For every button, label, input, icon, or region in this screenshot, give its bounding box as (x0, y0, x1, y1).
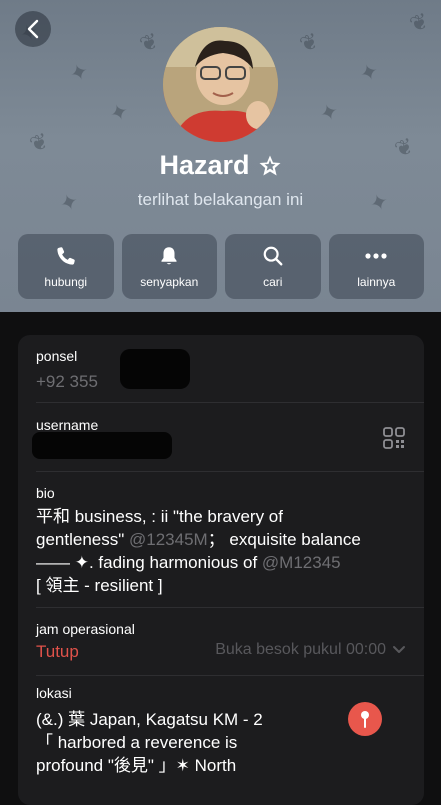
location-text[interactable]: (&.) 葉 Japan, Kagatsu KM - 2 「 harbored … (36, 708, 366, 777)
profile-name-row: Hazard (0, 150, 441, 181)
mention-link[interactable]: @M12345 (262, 553, 341, 572)
more-label: lainnya (357, 274, 396, 289)
qr-code-icon[interactable] (382, 426, 406, 450)
location-line: 「 harbored a reverence is (36, 733, 238, 752)
divider (36, 402, 424, 403)
bio-line: [ 領主 - resilient ] (36, 576, 163, 595)
back-button[interactable] (15, 11, 51, 47)
avatar-photo (163, 27, 278, 142)
phone-label: ponsel (36, 348, 78, 364)
more-button[interactable]: lainnya (328, 234, 424, 299)
search-label: cari (263, 274, 283, 289)
divider (36, 607, 424, 608)
search-icon (263, 246, 283, 265)
hours-toggle[interactable]: Buka besok pukul 00:00 (215, 641, 406, 659)
bio-line: gentleness" @12345M； exquisite balance (36, 528, 421, 551)
mention-link[interactable]: @12345M (129, 530, 208, 549)
call-button[interactable]: hubungi (18, 234, 114, 299)
bio-line: 平和 business, : ii "the bravery of (36, 507, 283, 526)
bio-text-fragment: gentleness" (36, 530, 125, 549)
bio-text-fragment: ； exquisite balance (207, 530, 361, 549)
location-line: (&.) 葉 Japan, Kagatsu KM - 2 (36, 710, 263, 729)
divider (36, 471, 424, 472)
username-label: username (36, 417, 99, 433)
map-pin-icon (361, 711, 369, 728)
divider (36, 675, 424, 676)
redaction-mark (120, 349, 190, 389)
hours-label: jam operasional (36, 621, 135, 637)
mute-label: senyapkan (140, 274, 199, 289)
chevron-left-icon (27, 19, 39, 39)
hours-next-open: Buka besok pukul 00:00 (215, 641, 386, 658)
last-seen-status: terlihat belakangan ini (137, 190, 304, 209)
bio-text: 平和 business, : ii "the bravery of gentle… (36, 505, 421, 597)
avatar[interactable] (163, 27, 278, 142)
search-button[interactable]: cari (225, 234, 321, 299)
profile-name: Hazard (159, 150, 250, 180)
hours-status: Tutup (36, 642, 79, 661)
more-icon (365, 252, 387, 259)
mute-button[interactable]: senyapkan (121, 234, 217, 299)
bio-text-fragment: —— ✦. fading harmonious of (36, 553, 258, 572)
star-badge-icon[interactable] (258, 154, 282, 178)
map-pin-button[interactable] (348, 702, 382, 736)
location-label: lokasi (36, 685, 72, 701)
bio-label: bio (36, 485, 55, 501)
profile-header: ✦ ❦ ❦ ✦ ❦ ✦ ✦ ❦ ✦ ✦ ✦ ❦ Hazard (0, 0, 441, 312)
chevron-down-icon (393, 646, 405, 653)
phone-value[interactable]: +92 355 (36, 370, 98, 393)
bio-line: —— ✦. fading harmonious of @M12345 (36, 551, 421, 574)
action-bar: hubungi senyapkan cari lainnya (18, 234, 424, 299)
call-label: hubungi (44, 274, 88, 289)
phone-icon (57, 246, 75, 265)
location-line: profound "後見" 」✶ North (36, 756, 237, 775)
username-redaction (32, 432, 172, 459)
info-card: ponsel +92 355 username bio 平和 business,… (18, 335, 424, 805)
bell-icon (161, 246, 177, 264)
